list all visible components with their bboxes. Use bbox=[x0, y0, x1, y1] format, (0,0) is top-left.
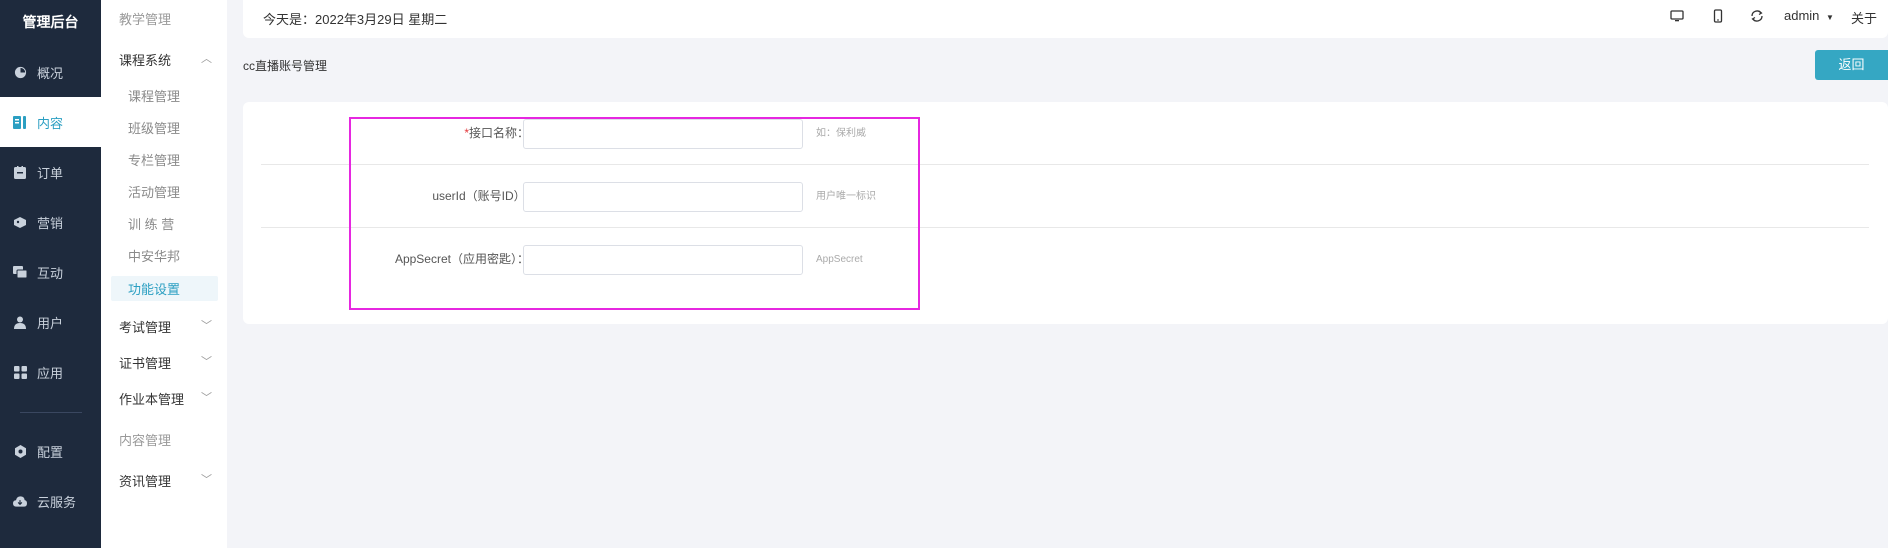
subnav-certificate[interactable]: 证书管理 ﹀ bbox=[119, 353, 212, 372]
chat-icon bbox=[13, 265, 27, 279]
userid-hint: 用户唯一标识 bbox=[816, 191, 876, 202]
subnav-group-label: 资讯管理 bbox=[119, 474, 172, 489]
sidebar-item-label: 应用 bbox=[37, 365, 64, 381]
user-icon bbox=[13, 315, 27, 329]
userid-label: userId（账号ID）: bbox=[432, 189, 529, 203]
dashboard-icon bbox=[13, 65, 27, 79]
sidebar-item-label: 用户 bbox=[37, 315, 64, 331]
appsecret-label: AppSecret（应用密匙）： bbox=[394, 252, 529, 266]
subnav-content-management[interactable]: 内容管理 bbox=[119, 430, 171, 449]
subnav-link-camp[interactable]: 训 练 营 bbox=[128, 214, 174, 233]
caret-down-icon: ▼ bbox=[1826, 13, 1834, 22]
subnav-group-label: 考试管理 bbox=[119, 320, 172, 335]
main-sidebar: 管理后台 概况 内容 订单 营销 互动 用户 应用 配置 云服务 bbox=[0, 0, 101, 548]
sidebar-item-content[interactable]: 内容 bbox=[0, 97, 101, 147]
sidebar-item-label: 互动 bbox=[37, 265, 64, 281]
userid-input[interactable] bbox=[523, 182, 803, 212]
interface-name-label: *接口名称： bbox=[464, 126, 529, 140]
sidebar-item-cloud[interactable]: 云服务 bbox=[0, 476, 101, 526]
subnav-course-system[interactable]: 课程系统 ︿ bbox=[119, 50, 212, 69]
sidebar-item-label: 配置 bbox=[37, 444, 64, 460]
subnav-homework[interactable]: 作业本管理 ﹀ bbox=[119, 389, 212, 408]
subnav-news[interactable]: 资讯管理 ﹀ bbox=[119, 471, 212, 490]
chevron-down-icon: ﹀ bbox=[201, 392, 212, 404]
username: admin bbox=[1784, 8, 1820, 23]
content-icon bbox=[13, 115, 27, 129]
refresh-icon[interactable] bbox=[1750, 9, 1766, 25]
appsecret-hint: AppSecret bbox=[816, 254, 863, 265]
sidebar-item-apps[interactable]: 应用 bbox=[0, 347, 101, 397]
cloud-icon bbox=[13, 494, 27, 508]
sidebar-item-interaction[interactable]: 互动 bbox=[0, 247, 101, 297]
appsecret-input[interactable] bbox=[523, 245, 803, 275]
interface-name-hint: 如：保利威 bbox=[816, 128, 866, 139]
subnav-group-label: 课程系统 bbox=[119, 53, 172, 68]
date-display: 今天是：2022年3月29日 星期二 bbox=[263, 12, 448, 27]
sidebar-item-label: 订单 bbox=[37, 165, 64, 181]
settings-icon bbox=[13, 444, 27, 458]
top-header: 今天是：2022年3月29日 星期二 admin ▼ 关于 bbox=[243, 0, 1888, 38]
subnav-group-label: 证书管理 bbox=[119, 356, 172, 371]
form-row-interface-name: *接口名称： 如：保利威 bbox=[261, 102, 1869, 165]
chevron-down-icon: ﹀ bbox=[201, 356, 212, 368]
user-menu[interactable]: admin ▼ bbox=[1784, 8, 1834, 23]
subnav-link-column[interactable]: 专栏管理 bbox=[128, 150, 180, 169]
subnav-exam[interactable]: 考试管理 ﹀ bbox=[119, 317, 212, 336]
sidebar-item-overview[interactable]: 概况 bbox=[0, 47, 101, 97]
back-button[interactable]: 返回 bbox=[1815, 50, 1888, 80]
subnav-link-class[interactable]: 班级管理 bbox=[128, 118, 180, 137]
form-card: *接口名称： 如：保利威 userId（账号ID）: 用户唯一标识 AppSec… bbox=[243, 102, 1888, 324]
chevron-down-icon: ﹀ bbox=[201, 474, 212, 486]
page-title: cc直播账号管理 bbox=[243, 59, 328, 73]
chevron-up-icon: ︿ bbox=[201, 53, 212, 65]
apps-icon bbox=[13, 365, 27, 379]
sidebar-item-label: 概况 bbox=[37, 65, 64, 81]
monitor-icon[interactable] bbox=[1670, 9, 1686, 25]
form-row-userid: userId（账号ID）: 用户唯一标识 bbox=[261, 165, 1869, 228]
sidebar-item-label: 营销 bbox=[37, 215, 64, 231]
marketing-icon bbox=[13, 215, 27, 229]
subnav-link-function-settings[interactable]: 功能设置 bbox=[128, 279, 180, 298]
sidebar-item-marketing[interactable]: 营销 bbox=[0, 197, 101, 247]
sidebar-item-label: 云服务 bbox=[37, 494, 77, 510]
subnav-group-label: 作业本管理 bbox=[119, 392, 185, 407]
sidebar-item-user[interactable]: 用户 bbox=[0, 297, 101, 347]
sidebar-divider bbox=[20, 412, 82, 413]
sub-sidebar: 教学管理 课程系统 ︿ 课程管理 班级管理 专栏管理 活动管理 训 练 营 中安… bbox=[101, 0, 227, 548]
sidebar-item-order[interactable]: 订单 bbox=[0, 147, 101, 197]
subnav-link-course[interactable]: 课程管理 bbox=[128, 86, 180, 105]
interface-name-input[interactable] bbox=[523, 119, 803, 149]
subnav-teaching[interactable]: 教学管理 bbox=[119, 9, 171, 28]
sidebar-item-settings[interactable]: 配置 bbox=[0, 426, 101, 476]
chevron-down-icon: ﹀ bbox=[201, 320, 212, 332]
subnav-link-activity[interactable]: 活动管理 bbox=[128, 182, 180, 201]
brand-title: 管理后台 bbox=[22, 14, 79, 30]
sidebar-item-label: 内容 bbox=[37, 115, 64, 131]
order-icon bbox=[13, 165, 27, 179]
phone-icon[interactable] bbox=[1711, 9, 1727, 25]
form-row-appsecret: AppSecret（应用密匙）： AppSecret bbox=[261, 228, 1869, 291]
subnav-link-zhonganhuabang[interactable]: 中安华邦 bbox=[128, 246, 180, 265]
about-link[interactable]: 关于 bbox=[1851, 8, 1877, 27]
